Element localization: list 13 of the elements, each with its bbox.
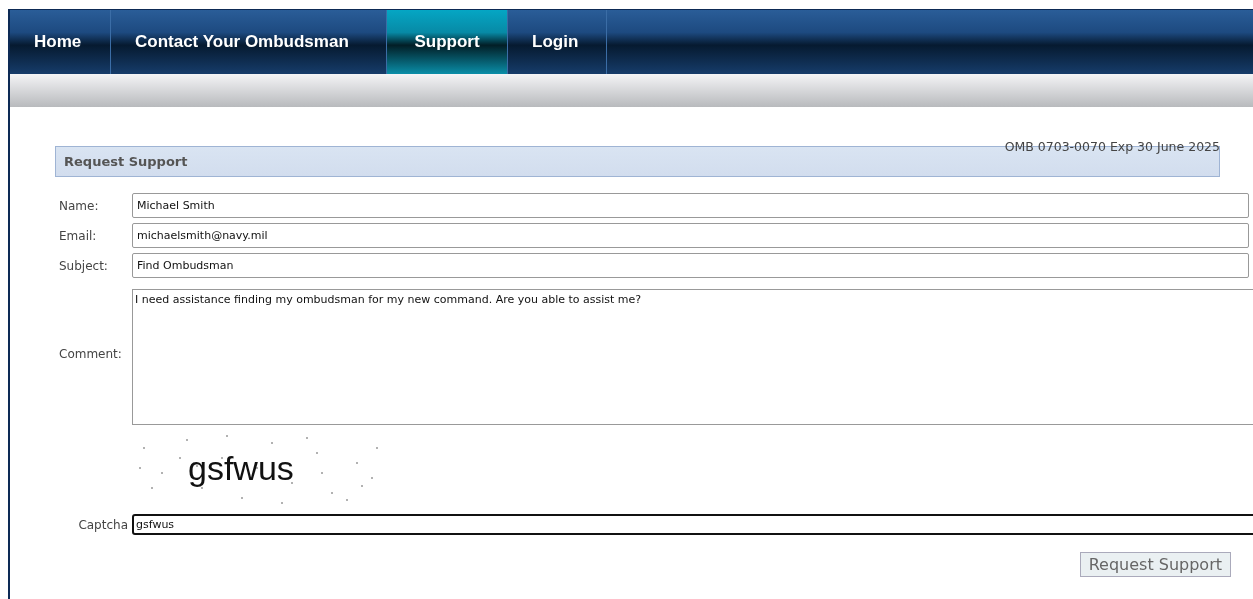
input-field[interactable]: michaelsmith@navy.mil	[132, 223, 1249, 248]
omb-notice: OMB 0703-0070 Exp 30 June 2025	[1003, 140, 1220, 154]
field-label: Email:	[58, 227, 98, 245]
input-field[interactable]: Michael Smith	[132, 193, 1249, 218]
field-label: Name:	[58, 197, 100, 215]
request-support-button[interactable]: Request Support	[1079, 552, 1231, 577]
captcha-label: Captcha	[77, 516, 129, 534]
field-label: Comment:	[58, 346, 123, 363]
input-field[interactable]: Find Ombudsman	[132, 253, 1249, 278]
comment-field[interactable]: I need assistance finding my ombudsman for my new command. Are you able to assist me?	[132, 289, 1253, 425]
nav-tab[interactable]: Support	[387, 10, 508, 74]
captcha-field[interactable]: gsfwus	[132, 514, 1253, 535]
field-label: Subject:	[58, 257, 109, 275]
